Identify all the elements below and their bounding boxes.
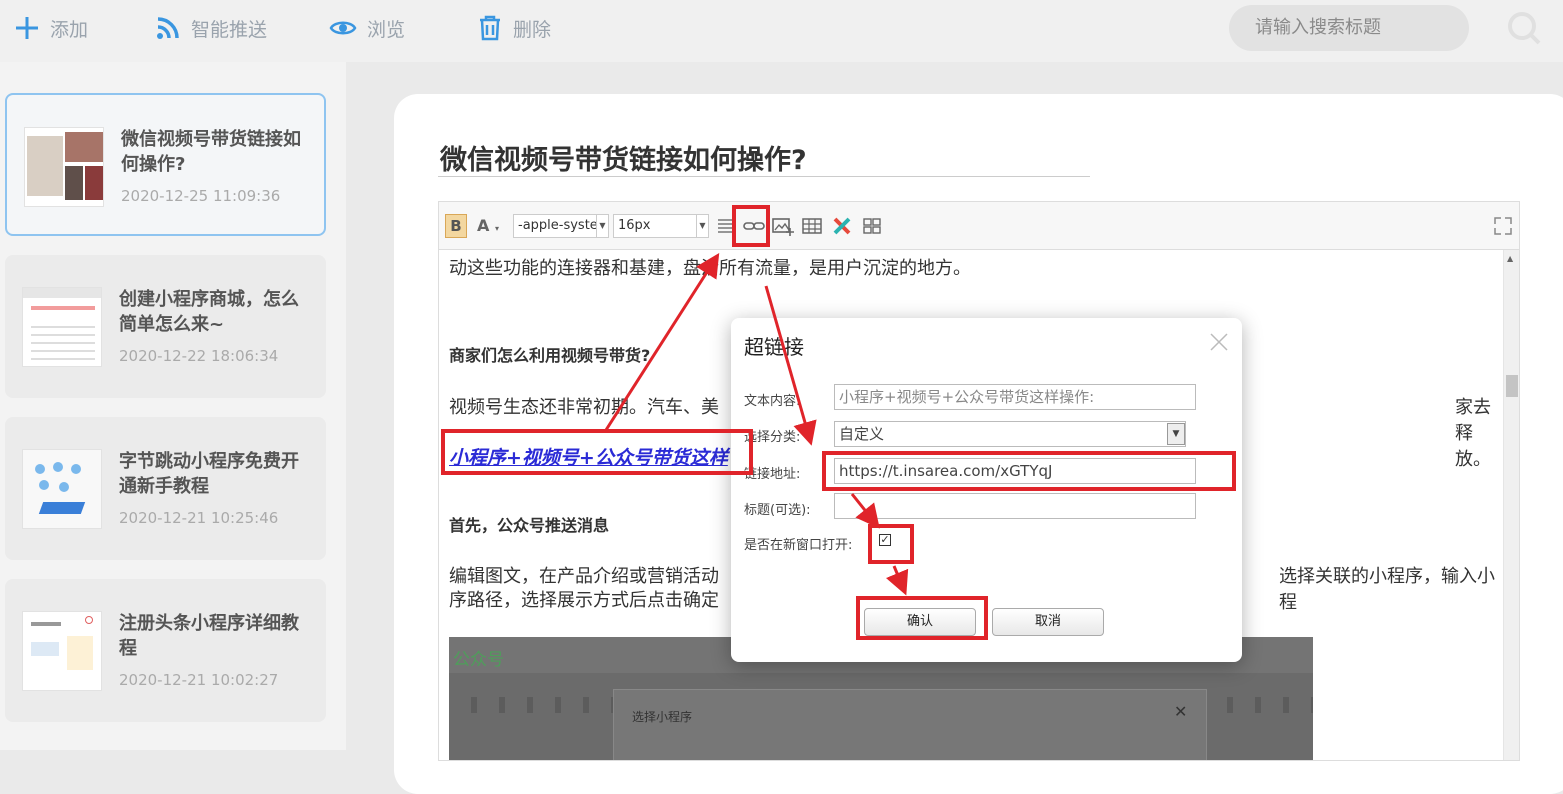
annotation-arrows — [604, 252, 909, 596]
